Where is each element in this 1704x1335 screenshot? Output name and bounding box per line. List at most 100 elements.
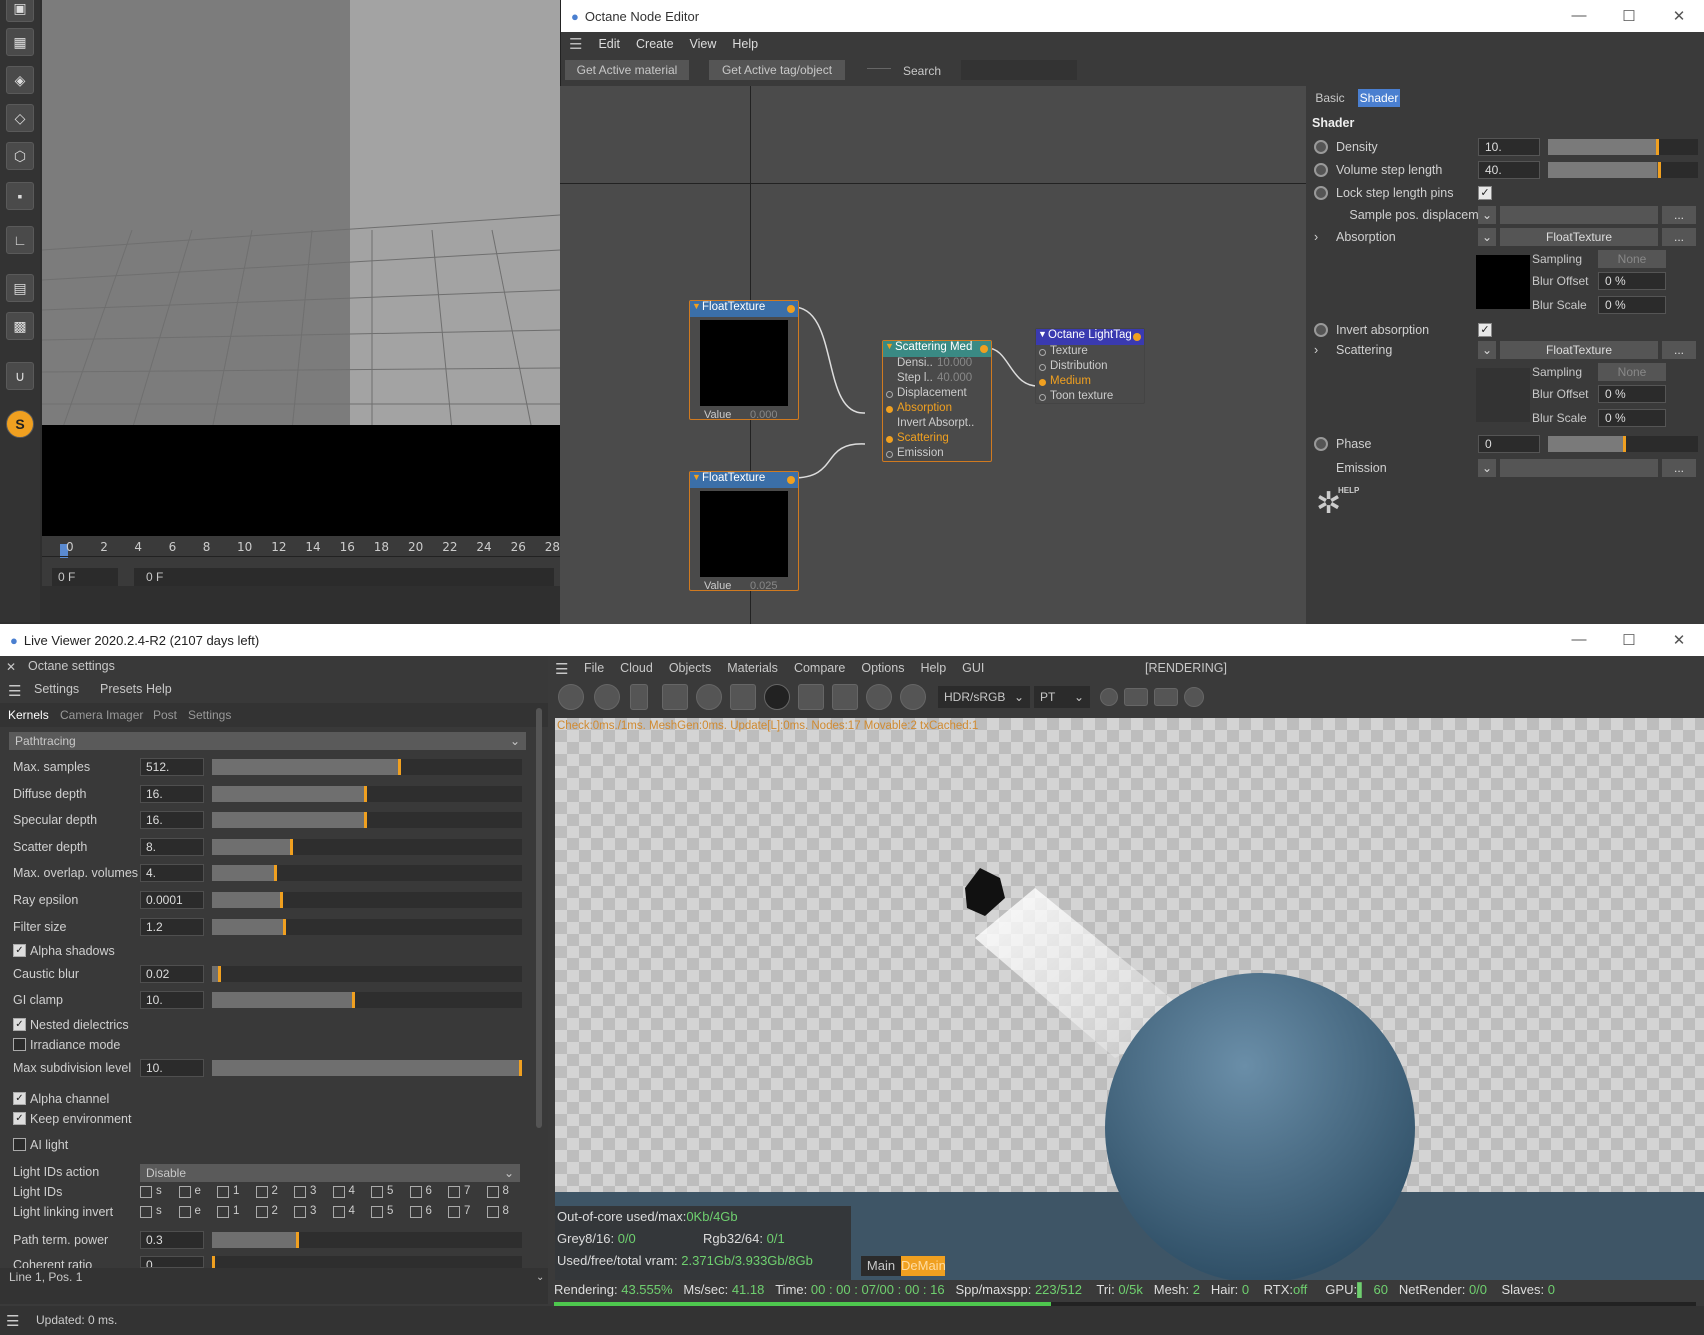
checker-icon[interactable]: ▦: [6, 28, 34, 56]
tab-basic[interactable]: Basic: [1312, 89, 1348, 107]
node-header[interactable]: ▼ FloatTexture: [690, 301, 798, 317]
material-pick-icon[interactable]: [900, 684, 926, 710]
texture-icon[interactable]: ▪: [6, 182, 34, 210]
cube-icon[interactable]: ▣: [6, 0, 34, 22]
step-readout[interactable]: 40.000: [937, 372, 972, 384]
ai-light-checkbox[interactable]: [13, 1138, 26, 1151]
light-id-checkbox[interactable]: [217, 1186, 229, 1198]
collapse-icon[interactable]: ▼: [1038, 329, 1047, 339]
node-canvas[interactable]: ▼ FloatTexture Value 0.000 ▼ FloatTextur…: [560, 86, 1306, 624]
3d-viewport[interactable]: [42, 0, 560, 536]
menu-create[interactable]: Create: [636, 37, 674, 51]
input-pin[interactable]: [886, 391, 893, 398]
light-id-checkbox[interactable]: [371, 1186, 383, 1198]
menu-presets[interactable]: Presets: [100, 682, 142, 696]
axis-icon[interactable]: ∟: [6, 226, 34, 254]
settings-scrollbar[interactable]: [536, 708, 542, 1128]
step-length-slider[interactable]: [1548, 162, 1698, 178]
menu-view[interactable]: View: [690, 37, 717, 51]
kernel-row-slider[interactable]: [212, 812, 522, 829]
output-pin[interactable]: [787, 476, 795, 484]
blur-scale-input[interactable]: 0 %: [1598, 296, 1666, 314]
light-id-checkbox[interactable]: [448, 1186, 460, 1198]
maximize-icon[interactable]: ☐: [1604, 631, 1654, 649]
polygon-icon[interactable]: ⬡: [6, 142, 34, 170]
scattering-texture-button[interactable]: FloatTexture: [1500, 341, 1658, 359]
chevron-right-icon[interactable]: ›: [1314, 230, 1318, 244]
sampling-dropdown[interactable]: None: [1598, 363, 1666, 381]
tab-kernels[interactable]: Kernels: [8, 708, 49, 722]
node-header[interactable]: ▼ Octane LightTag: [1036, 329, 1144, 345]
sphere-icon[interactable]: [1184, 687, 1204, 707]
blur-offset-input[interactable]: 0 %: [1598, 385, 1666, 403]
chevron-down-icon[interactable]: ⌄: [1478, 341, 1496, 359]
phase-input[interactable]: 0: [1478, 435, 1540, 453]
blur-scale-input[interactable]: 0 %: [1598, 409, 1666, 427]
light-id-checkbox[interactable]: [448, 1206, 460, 1218]
send-scene-icon[interactable]: [558, 684, 584, 710]
s-icon[interactable]: S: [6, 410, 34, 438]
tab-settings[interactable]: Settings: [188, 708, 231, 722]
invert-absorption-checkbox[interactable]: ✓: [1478, 323, 1492, 337]
density-readout[interactable]: 10.000: [937, 357, 972, 369]
light-id-checkbox[interactable]: [409, 1206, 422, 1218]
menu-help[interactable]: Help: [732, 37, 758, 51]
menu-gui[interactable]: GUI: [962, 661, 984, 675]
kernel-row-input[interactable]: 8.: [140, 837, 204, 856]
menu-compare[interactable]: Compare: [794, 661, 845, 675]
chevron-right-icon[interactable]: ›: [1314, 343, 1318, 357]
lock-icon[interactable]: [730, 684, 756, 710]
kernel-row-slider[interactable]: [212, 918, 522, 935]
minimize-icon[interactable]: —: [1554, 7, 1604, 25]
grid-icon[interactable]: ▤: [6, 274, 34, 302]
output-pin[interactable]: [1133, 333, 1141, 341]
float-texture-node-1[interactable]: ▼ FloatTexture Value 0.000: [689, 300, 799, 421]
menu-settings[interactable]: Settings: [34, 682, 79, 696]
frame-current-field[interactable]: 0 F: [134, 568, 554, 586]
search-input[interactable]: [961, 60, 1077, 80]
light-id-checkbox[interactable]: [486, 1186, 499, 1198]
caustic-input[interactable]: 0.02: [140, 965, 204, 983]
frame-start-field[interactable]: 0 F: [52, 568, 118, 586]
collapse-icon[interactable]: ▼: [692, 301, 701, 311]
render-image[interactable]: Check:0ms./1ms. MeshGen:0ms. Update[L]:0…: [555, 718, 1704, 1282]
kernel-row-input[interactable]: 16.: [140, 811, 204, 830]
light-id-checkbox[interactable]: [294, 1186, 306, 1198]
ellipsis-button[interactable]: ...: [1662, 341, 1696, 359]
tab-main[interactable]: Main: [861, 1256, 901, 1276]
hamburger-icon[interactable]: ☰: [555, 660, 568, 678]
menu-options[interactable]: Options: [861, 661, 904, 675]
kernel-row-slider[interactable]: [212, 892, 522, 908]
light-id-checkbox[interactable]: [332, 1186, 345, 1198]
magnet-icon[interactable]: ∪: [6, 362, 34, 390]
light-id-checkbox[interactable]: [140, 1206, 152, 1218]
light-id-checkbox[interactable]: [178, 1186, 191, 1198]
node-header[interactable]: ▼ Scattering Med: [883, 341, 991, 357]
light-id-checkbox[interactable]: [140, 1186, 152, 1198]
density-slider[interactable]: [1548, 139, 1698, 155]
gi-clamp-input[interactable]: 10.: [140, 991, 204, 1009]
hamburger-icon[interactable]: ☰: [6, 1312, 19, 1330]
output-pin[interactable]: [787, 305, 795, 313]
kernel-row-input[interactable]: 4.: [140, 864, 204, 883]
node-header[interactable]: ▼ FloatTexture: [690, 472, 798, 488]
light-ids-action-dropdown[interactable]: Disable ⌄: [140, 1164, 520, 1182]
region-icon[interactable]: [662, 684, 688, 710]
ellipsis-button[interactable]: ...: [1662, 459, 1696, 477]
film-icon[interactable]: [1124, 688, 1148, 706]
close-icon[interactable]: ✕: [1654, 7, 1704, 25]
camera-icon[interactable]: [1154, 688, 1178, 706]
float-texture-node-2[interactable]: ▼ FloatTexture Value 0.025: [689, 471, 799, 592]
menu-help[interactable]: Help: [146, 682, 172, 696]
light-tag-node[interactable]: ▼ Octane LightTag Texture Distribution M…: [1035, 328, 1145, 404]
focus-icon[interactable]: [866, 684, 892, 710]
light-id-checkbox[interactable]: [294, 1206, 306, 1218]
value-readout[interactable]: 0.000: [750, 409, 778, 421]
light-id-checkbox[interactable]: [371, 1206, 383, 1218]
kernel-row-slider[interactable]: [212, 785, 522, 802]
animate-radio[interactable]: [1314, 186, 1328, 200]
edge-icon[interactable]: ◇: [6, 104, 34, 132]
tab-demain[interactable]: DeMain: [901, 1256, 946, 1276]
hamburger-icon[interactable]: ☰: [8, 682, 21, 700]
color-space-dropdown[interactable]: HDR/sRGB ⌄: [938, 686, 1030, 708]
